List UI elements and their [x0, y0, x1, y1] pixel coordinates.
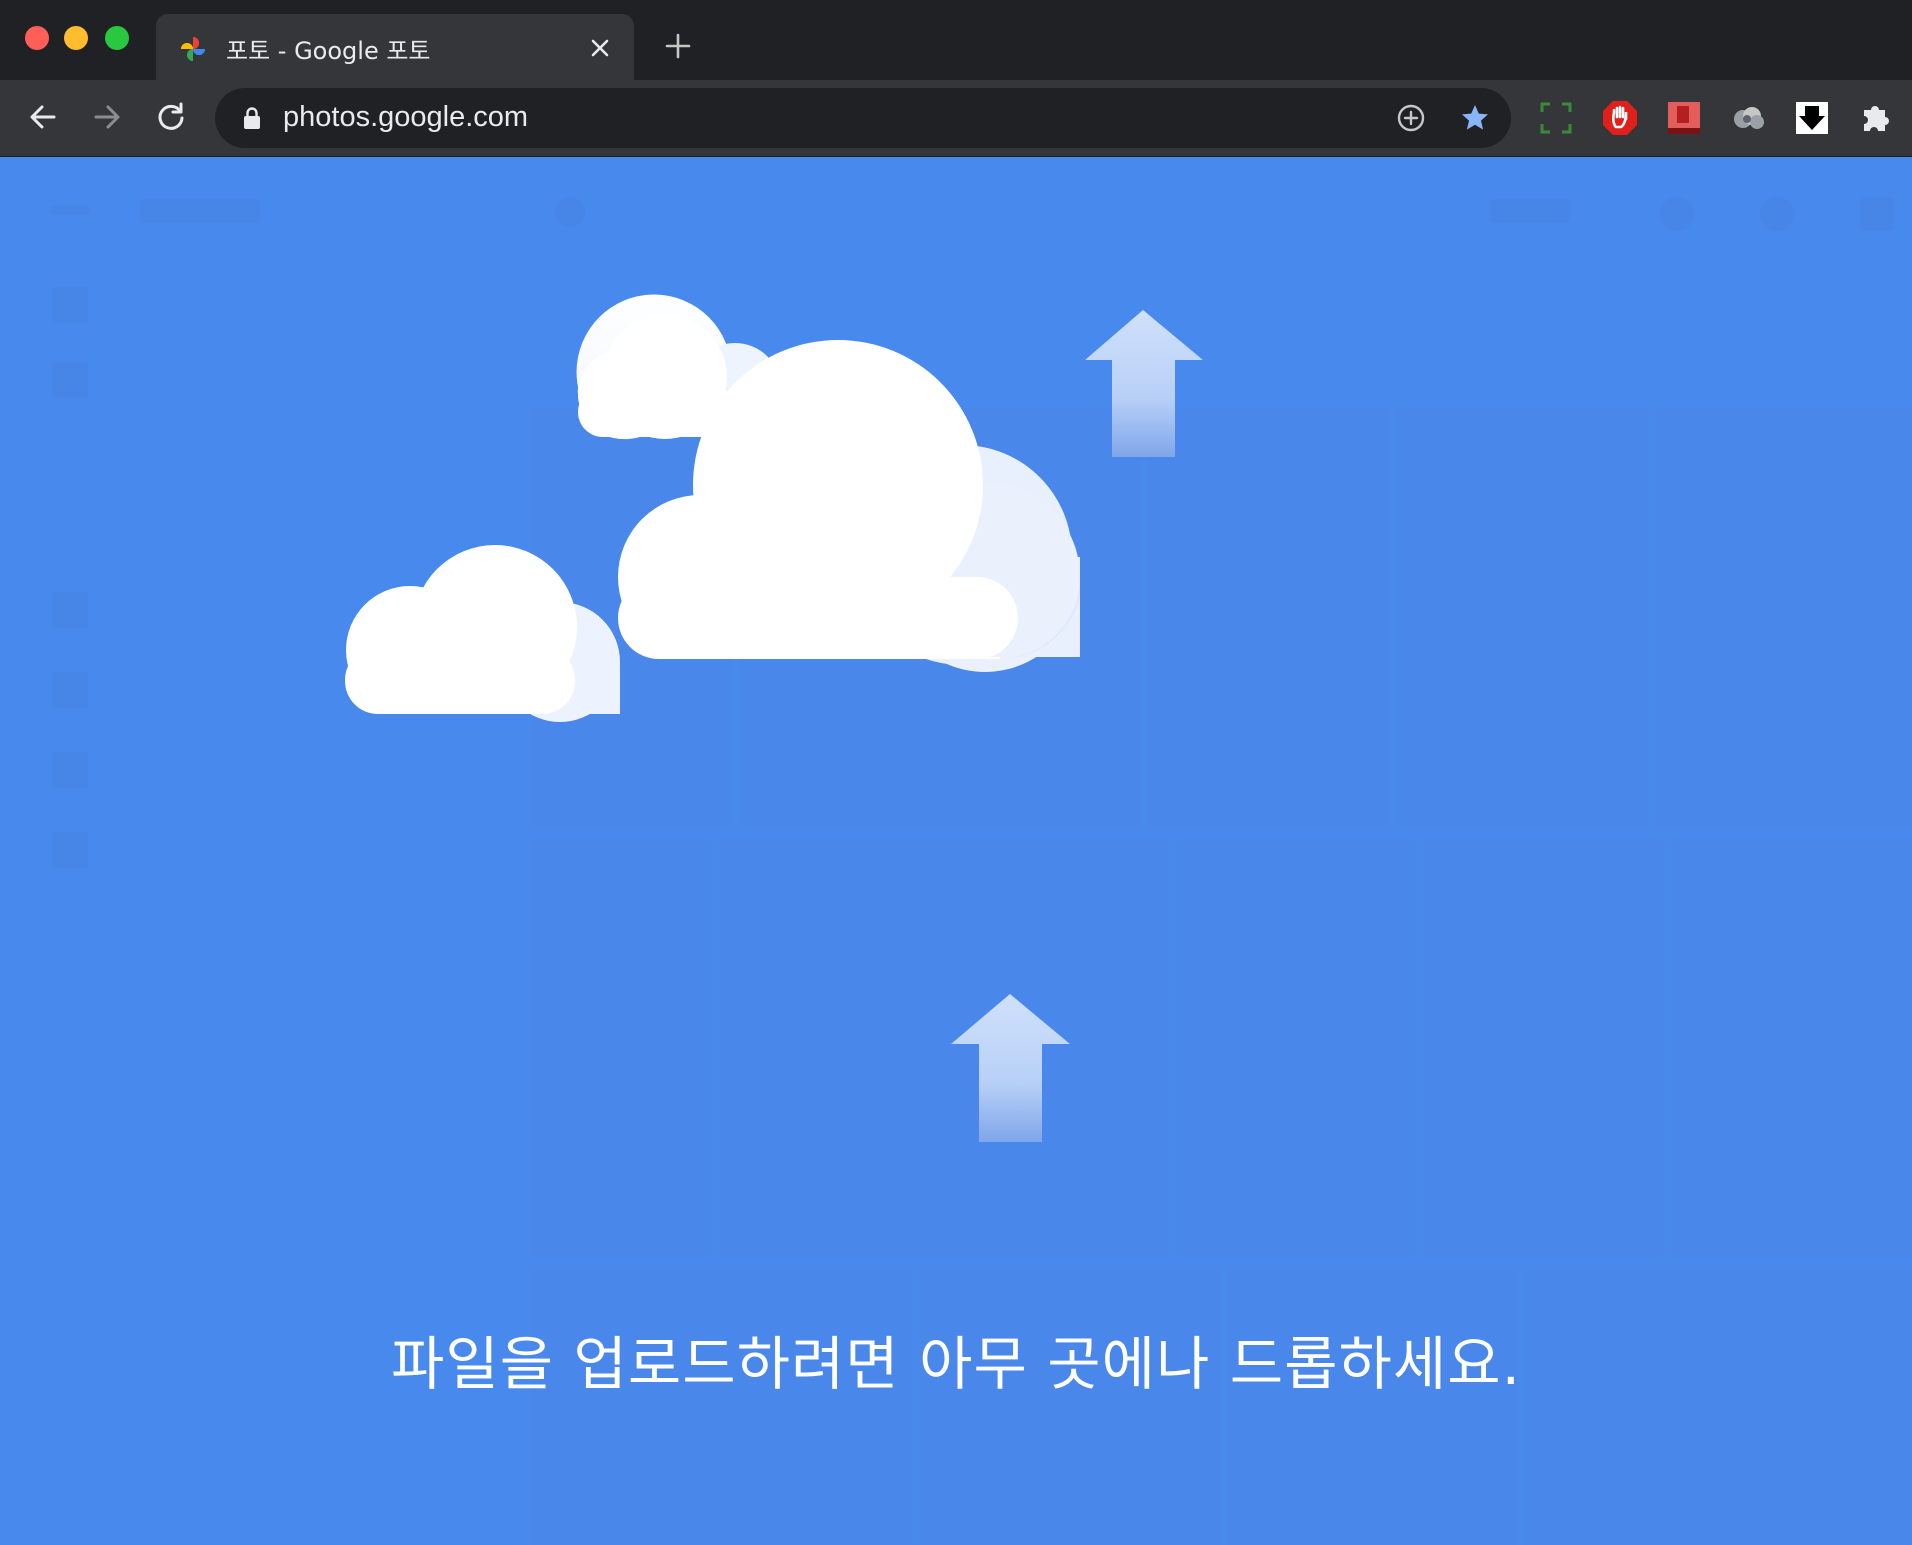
reload-icon[interactable]: [154, 100, 188, 134]
bookmark-star-icon[interactable]: [1459, 102, 1491, 134]
window-minimize-button[interactable]: [64, 26, 88, 50]
cloud-extension-icon[interactable]: [1730, 100, 1766, 136]
window-close-button[interactable]: [25, 26, 49, 50]
browser-toolbar: photos.google.com: [0, 80, 1912, 157]
back-arrow-icon[interactable]: [26, 100, 60, 134]
adblock-extension-icon[interactable]: [1602, 100, 1638, 136]
window-zoom-button[interactable]: [105, 26, 129, 50]
drop-message: 파일을 업로드하려면 아무 곳에나 드롭하세요.: [390, 1330, 1522, 1398]
upload-arrow-bottom-icon: [951, 994, 1070, 1142]
puzzle-extensions-icon[interactable]: [1858, 100, 1894, 136]
screenshot-extension-icon[interactable]: [1538, 100, 1574, 136]
browser-tab-active[interactable]: 포토 - Google 포토: [156, 14, 634, 80]
tab-close-icon[interactable]: [588, 36, 612, 60]
tab-title: 포토 - Google 포토: [226, 37, 431, 65]
browser-tab-strip: 포토 - Google 포토: [0, 0, 1912, 80]
address-bar[interactable]: photos.google.com: [215, 88, 1511, 148]
forward-arrow-icon[interactable]: [90, 100, 124, 134]
google-photos-favicon-icon: [181, 37, 205, 61]
install-app-icon[interactable]: [1395, 102, 1427, 134]
lock-icon[interactable]: [243, 106, 261, 130]
new-tab-plus-icon[interactable]: [664, 32, 692, 60]
url-text[interactable]: photos.google.com: [283, 101, 528, 134]
upload-arrow-top-icon: [1085, 310, 1203, 457]
cloud-small-left: [345, 545, 620, 722]
download-extension-icon[interactable]: [1794, 100, 1830, 136]
drop-overlay[interactable]: 파일을 업로드하려면 아무 곳에나 드롭하세요.: [0, 157, 1912, 1545]
pdf-merger-extension-icon[interactable]: [1666, 100, 1702, 136]
